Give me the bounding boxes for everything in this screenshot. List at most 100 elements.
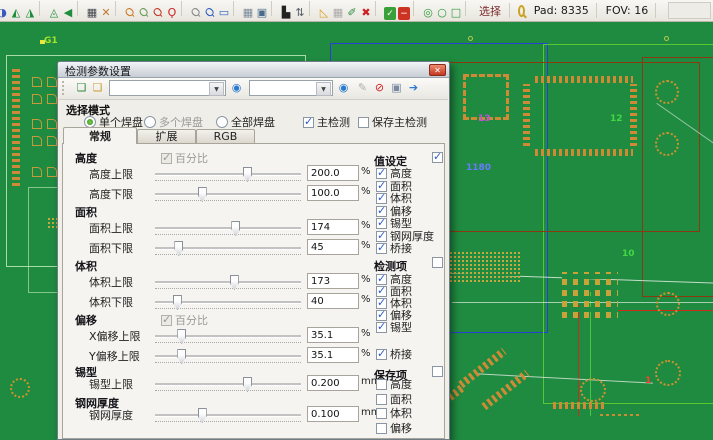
checkbox-保存主检测[interactable]: 保存主检测	[358, 114, 427, 130]
pin-blue-icon[interactable]: Ϙ	[200, 3, 219, 22]
percent-checkbox[interactable]: 百分比	[161, 150, 208, 166]
percent-checkbox[interactable]: 百分比	[161, 312, 208, 328]
checkbox-icon[interactable]	[376, 394, 387, 405]
pcb-ref-label: 13	[478, 114, 491, 124]
pcb-decoration	[664, 36, 669, 41]
toolbar-separator	[465, 1, 471, 16]
close-icon[interactable]: ✕	[429, 64, 446, 76]
square-icon[interactable]: □	[450, 5, 462, 20]
slider-track[interactable]	[155, 355, 301, 358]
checkbox-icon[interactable]	[376, 408, 387, 419]
save-as-icon[interactable]: ❏	[90, 80, 105, 96]
template-combo-1[interactable]	[109, 80, 226, 96]
section-checkbox[interactable]	[432, 366, 443, 377]
tab-RGB[interactable]: RGB	[196, 129, 255, 143]
pcb-decoration	[655, 132, 679, 156]
block-icon[interactable]: ⊘	[372, 80, 387, 96]
apply-right-icon[interactable]: ◉	[336, 80, 351, 96]
slider-track[interactable]	[155, 335, 301, 338]
select-button[interactable]: 选择	[479, 3, 501, 19]
value-input[interactable]	[307, 239, 359, 255]
slider-track[interactable]	[155, 193, 301, 196]
item-checkbox-偏移[interactable]: 偏移	[376, 420, 412, 436]
tiles-icon[interactable]: ▙	[280, 5, 292, 20]
zoom-icon[interactable]	[518, 5, 525, 17]
tab-panel: 高度百分比高度上限%高度下限%面积面积上限%面积下限%体积体积上限%体积下限%偏…	[62, 143, 445, 439]
checkbox-主检测[interactable]: 主检测	[303, 114, 350, 130]
value-input[interactable]	[307, 219, 359, 235]
radio-icon[interactable]	[216, 116, 228, 128]
checkbox-icon[interactable]	[358, 117, 369, 128]
top-toolbar-icons: ◑◭◮◬◀▦✕ϘϘϘϘϘϘ▭▦▣▙⇅◺▦✐✖✓−◎○□	[2, 1, 473, 20]
value-input[interactable]	[307, 375, 359, 391]
item-label: 面积	[390, 393, 412, 406]
radio-多个焊盘[interactable]: 多个焊盘	[144, 114, 203, 130]
select-rect-icon[interactable]: ▭	[218, 5, 230, 20]
open-file-icon[interactable]: ❏	[74, 80, 89, 96]
value-input[interactable]	[307, 327, 359, 343]
toolbar-separator	[77, 1, 83, 16]
tab-扩展[interactable]: 扩展	[137, 129, 196, 143]
slider-track[interactable]	[155, 281, 301, 284]
pcb-decoration	[10, 378, 30, 398]
grid-icon[interactable]: ▦	[332, 5, 344, 20]
checkbox-icon[interactable]	[303, 117, 314, 128]
toolbar-separator	[181, 1, 187, 16]
checkbox-icon	[161, 315, 172, 326]
save-icon[interactable]: ▣	[389, 80, 404, 96]
template-combo-2[interactable]	[249, 80, 333, 96]
checkbox-icon[interactable]	[376, 322, 387, 333]
checkbox-icon[interactable]	[376, 423, 387, 434]
pcb-decoration	[468, 36, 473, 41]
value-input[interactable]	[307, 293, 359, 309]
table-icon[interactable]: ▦	[242, 5, 254, 20]
chart-edit-icon[interactable]: ✐	[346, 5, 358, 20]
radio-全部焊盘[interactable]: 全部焊盘	[216, 114, 275, 130]
pin-red-icon[interactable]: Ϙ	[148, 3, 167, 22]
marker-red-icon[interactable]: Ϙ	[166, 5, 178, 20]
cone-icon[interactable]: ◀	[62, 5, 74, 20]
pcb-decoration	[562, 272, 618, 318]
value-input[interactable]	[307, 347, 359, 363]
history-icon[interactable]: ◑	[0, 5, 8, 20]
apply-green-icon[interactable]: ✓	[384, 7, 396, 20]
item-checkbox-桥接[interactable]: 桥接	[376, 346, 412, 362]
tools-icon[interactable]: ✕	[100, 5, 112, 20]
value-input[interactable]	[307, 165, 359, 181]
pcb-decoration	[535, 76, 633, 83]
slider-track[interactable]	[155, 173, 301, 176]
dialog-title: 检测参数设置	[65, 65, 131, 78]
section-checkbox[interactable]	[432, 257, 443, 268]
snapshot-icon[interactable]: ▦	[86, 5, 98, 20]
item-checkbox-锡型[interactable]: 锡型	[376, 319, 412, 335]
sort-az-icon[interactable]: ⇅	[294, 5, 306, 20]
radio-icon[interactable]	[144, 116, 156, 128]
circle-icon[interactable]: ○	[436, 5, 448, 20]
exit-icon[interactable]: ➔	[406, 80, 421, 96]
apply-left-icon[interactable]: ◉	[229, 80, 244, 96]
camera-icon[interactable]: ▣	[256, 5, 268, 20]
remove-red-icon[interactable]: −	[398, 7, 410, 20]
pcb-decoration	[47, 77, 57, 87]
delete-icon[interactable]: ✖	[360, 5, 372, 20]
value-input[interactable]	[307, 406, 359, 422]
slider-track[interactable]	[155, 383, 301, 386]
target-icon[interactable]: ◎	[422, 5, 434, 20]
edit-icon[interactable]: ✎	[355, 80, 370, 96]
slider-track[interactable]	[155, 227, 301, 230]
value-input[interactable]	[307, 273, 359, 289]
checkbox-icon[interactable]	[376, 379, 387, 390]
toolbar-separator	[271, 1, 277, 16]
item-label: 桥接	[390, 242, 412, 255]
item-checkbox-桥接[interactable]: 桥接	[376, 240, 412, 256]
tab-常规[interactable]: 常规	[63, 127, 137, 144]
flip-horizontal-icon[interactable]: ◭	[10, 5, 22, 20]
value-input[interactable]	[307, 185, 359, 201]
dialog-titlebar[interactable]: 检测参数设置 ✕	[58, 62, 449, 78]
align-icon[interactable]: ◬	[48, 5, 60, 20]
section-checkbox[interactable]	[432, 152, 443, 163]
flip-vertical-icon[interactable]: ◮	[24, 5, 36, 20]
checkbox-icon[interactable]	[376, 349, 387, 360]
ruler-icon[interactable]: ◺	[318, 5, 330, 20]
checkbox-icon[interactable]	[376, 243, 387, 254]
